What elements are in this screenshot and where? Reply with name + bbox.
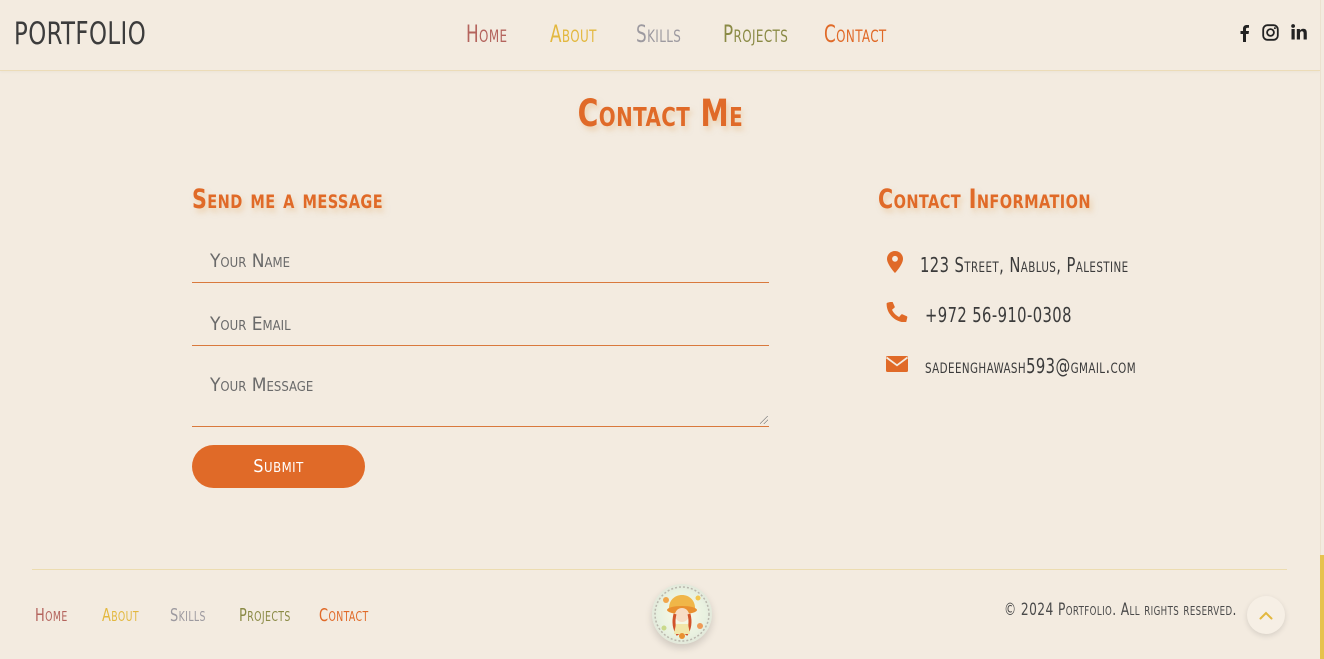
- name-input[interactable]: [192, 240, 769, 282]
- envelope-icon: [885, 356, 909, 376]
- resize-handle-icon[interactable]: [760, 416, 768, 424]
- footer-nav-skills[interactable]: Skills: [170, 605, 206, 626]
- footer-nav-about[interactable]: About: [102, 605, 139, 626]
- site-header: PORTFOLIO Home About Skills Projects Con…: [0, 0, 1320, 71]
- facebook-icon[interactable]: [1238, 24, 1250, 42]
- address-text: 123 Street, Nablus, Palestine: [920, 253, 1129, 277]
- nav-home[interactable]: Home: [466, 20, 507, 48]
- email-field-wrapper: [192, 303, 769, 346]
- nav-about[interactable]: About: [550, 20, 597, 48]
- chevron-up-icon: [1259, 608, 1273, 623]
- footer-nav-projects[interactable]: Projects: [239, 605, 291, 626]
- phone-icon: [886, 301, 908, 326]
- submit-button[interactable]: Submit: [192, 445, 365, 488]
- linkedin-icon[interactable]: [1291, 24, 1307, 40]
- footer-nav-home[interactable]: Home: [35, 605, 68, 626]
- email-input[interactable]: [192, 303, 769, 345]
- footer-nav-contact[interactable]: Contact: [319, 605, 369, 626]
- name-field-wrapper: [192, 240, 769, 283]
- info-heading: Contact Information: [878, 184, 1091, 215]
- scrollbar-thumb[interactable]: [1320, 555, 1324, 659]
- footer-divider: [32, 569, 1287, 570]
- nav-skills[interactable]: Skills: [636, 20, 681, 48]
- form-heading: Send me a message: [192, 184, 384, 215]
- nav-projects[interactable]: Projects: [723, 20, 788, 48]
- message-textarea[interactable]: [192, 366, 769, 426]
- avatar: [652, 584, 712, 644]
- copyright-text: © 2024 Portfolio. All rights reserved.: [1004, 600, 1237, 620]
- main-nav: Home About Skills Projects Contact: [0, 20, 1324, 52]
- contact-title: Contact Me: [577, 92, 743, 135]
- phone-text: +972 56-910-0308: [925, 303, 1072, 327]
- message-field-wrapper: [192, 366, 769, 427]
- instagram-icon[interactable]: [1262, 24, 1279, 41]
- map-marker-icon: [887, 251, 903, 277]
- scroll-to-top-button[interactable]: [1247, 596, 1285, 634]
- email-text[interactable]: sadeenghawash593@gmail.com: [925, 354, 1136, 378]
- nav-contact[interactable]: Contact: [824, 20, 887, 48]
